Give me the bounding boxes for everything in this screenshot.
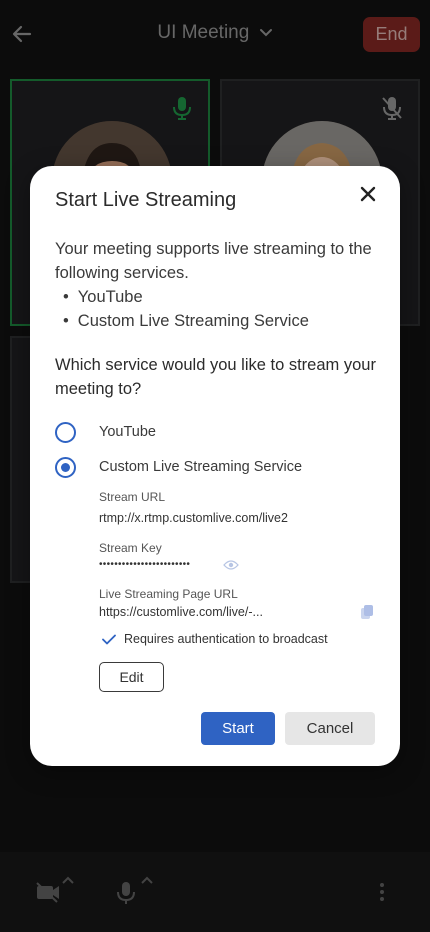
close-icon[interactable] (358, 184, 378, 204)
service-list-item: YouTube (63, 285, 309, 309)
auth-text: Requires authentication to broadcast (124, 632, 328, 646)
radio-label: YouTube (99, 424, 156, 440)
stream-url-value: rtmp://x.rtmp.customlive.com/live2 (99, 511, 288, 525)
start-button[interactable]: Start (201, 712, 275, 745)
stream-key-label: Stream Key (99, 541, 162, 555)
edit-button[interactable]: Edit (99, 662, 164, 692)
radio-option-custom[interactable]: Custom Live Streaming Service (55, 455, 302, 479)
radio-option-youtube[interactable]: YouTube (55, 420, 156, 444)
page-url-label: Live Streaming Page URL (99, 587, 238, 601)
copy-icon[interactable] (360, 604, 374, 620)
service-list: YouTube Custom Live Streaming Service (63, 285, 309, 333)
live-streaming-dialog: Start Live Streaming Your meeting suppor… (30, 166, 400, 766)
auth-requirement: Requires authentication to broadcast (102, 632, 328, 646)
radio-label: Custom Live Streaming Service (99, 459, 303, 475)
radio-button[interactable] (55, 456, 76, 478)
page-url-value: https://customlive.com/live/-... (99, 605, 263, 619)
eye-icon[interactable] (223, 559, 239, 571)
service-question: Which service would you like to stream y… (55, 356, 376, 398)
check-icon (102, 634, 116, 644)
stream-key-value: •••••••••••••••••••••••• (99, 559, 191, 570)
service-list-item: Custom Live Streaming Service (63, 309, 309, 333)
cancel-button[interactable]: Cancel (285, 712, 375, 745)
stream-url-label: Stream URL (99, 490, 166, 504)
radio-button[interactable] (55, 421, 76, 443)
dialog-intro-text: Your meeting supports live streaming to … (55, 240, 372, 282)
dialog-title: Start Live Streaming (55, 189, 237, 211)
